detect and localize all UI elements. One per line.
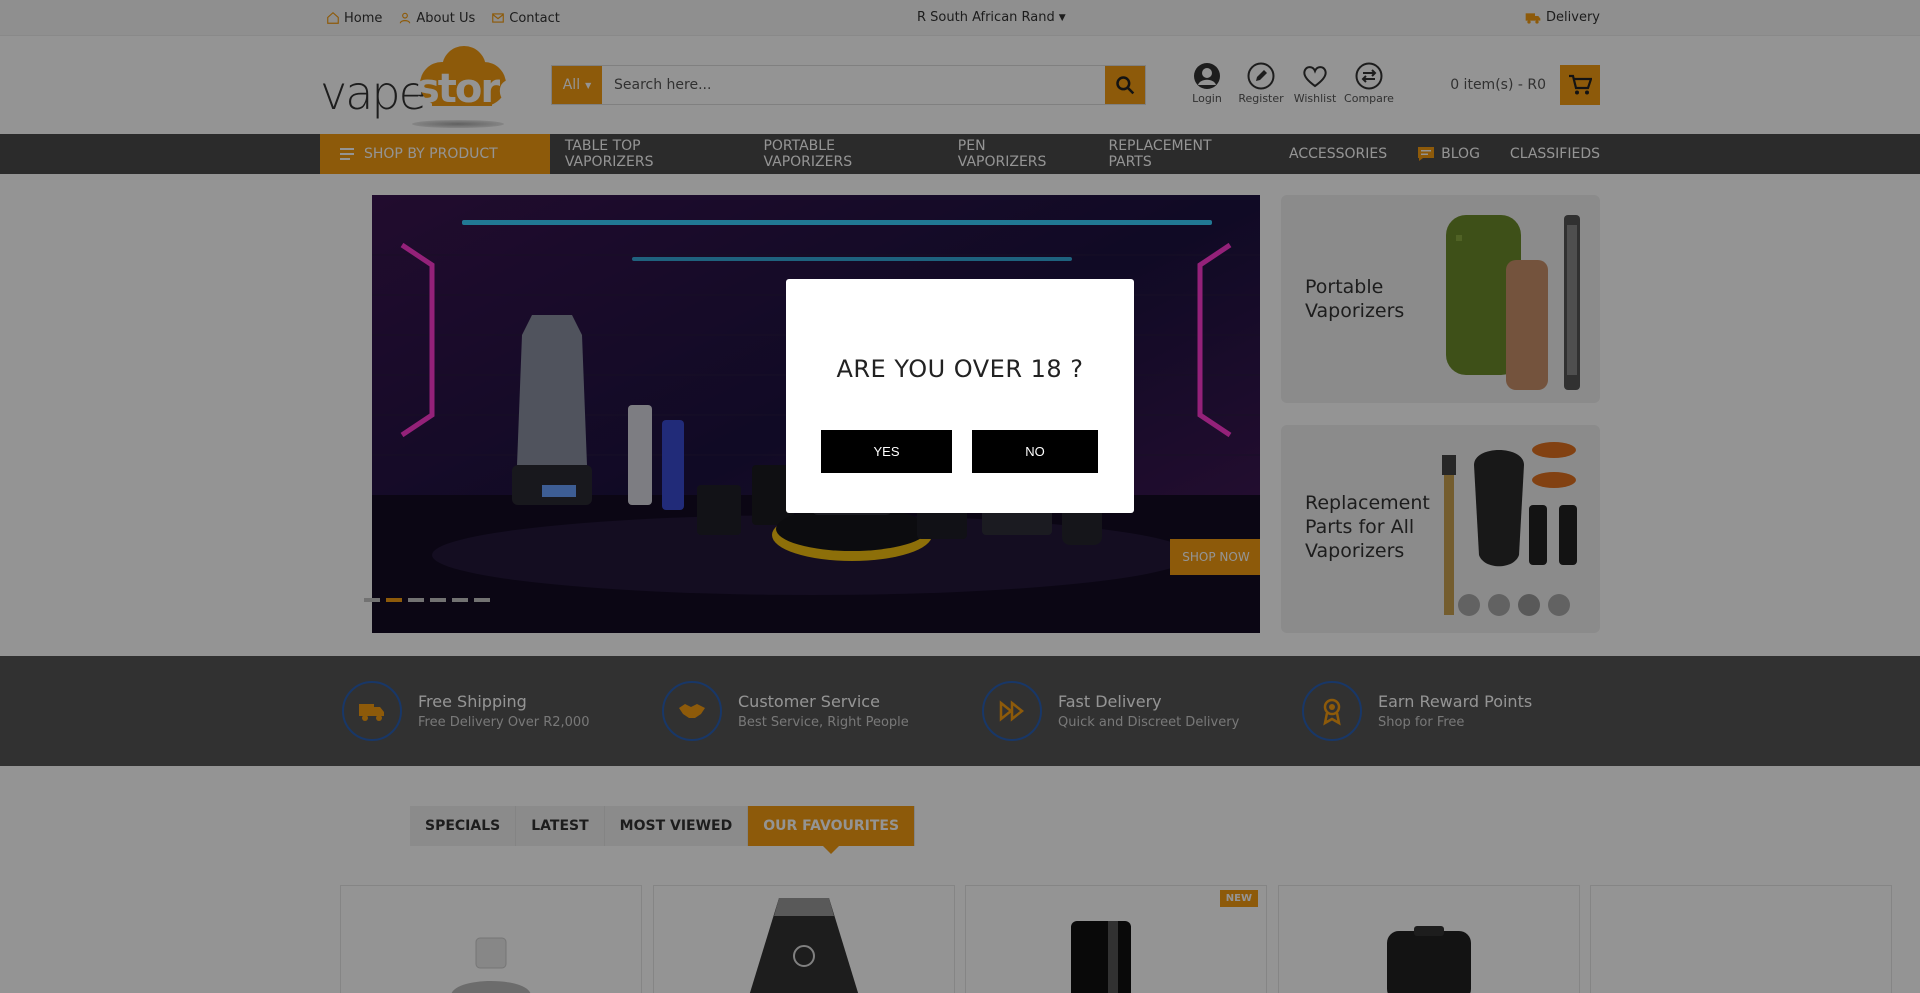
age-question: ARE YOU OVER 18 ? [836, 355, 1084, 383]
no-button[interactable]: NO [972, 430, 1098, 473]
age-verification-modal: ARE YOU OVER 18 ? YES NO [786, 279, 1134, 513]
yes-button[interactable]: YES [821, 430, 952, 473]
